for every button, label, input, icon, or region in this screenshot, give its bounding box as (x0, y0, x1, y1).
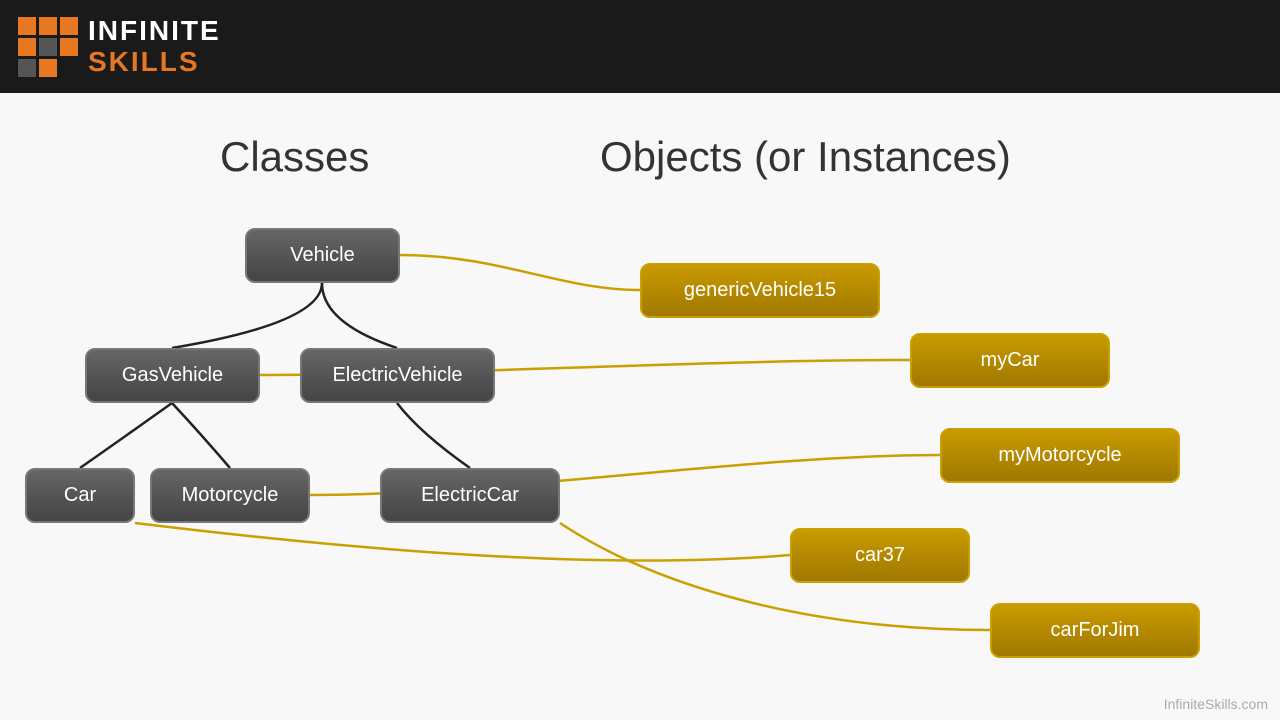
logo-sq (60, 59, 78, 77)
class-gasvehicle: GasVehicle (85, 348, 260, 403)
logo-grid (18, 17, 78, 77)
instance-mycar: myCar (910, 333, 1110, 388)
brand-line2: SKILLS (88, 47, 221, 78)
logo: INFINITE SKILLS (18, 16, 221, 78)
class-electriccar: ElectricCar (380, 468, 560, 523)
logo-sq (18, 59, 36, 77)
instance-carforjim: carForJim (990, 603, 1200, 658)
logo-sq (39, 17, 57, 35)
logo-sq (18, 17, 36, 35)
class-electricvehicle: ElectricVehicle (300, 348, 495, 403)
instance-genericvehicle15: genericVehicle15 (640, 263, 880, 318)
logo-sq (60, 38, 78, 56)
watermark: InfiniteSkills.com (1164, 696, 1268, 712)
logo-sq (18, 38, 36, 56)
brand-line1: INFINITE (88, 16, 221, 47)
class-vehicle: Vehicle (245, 228, 400, 283)
main-content: Classes Objects (or Instances) Vehicle G… (0, 93, 1280, 720)
logo-sq (60, 17, 78, 35)
header: INFINITE SKILLS (0, 0, 1280, 93)
objects-heading: Objects (or Instances) (600, 133, 1011, 181)
instance-mymotorcycle: myMotorcycle (940, 428, 1180, 483)
logo-sq (39, 38, 57, 56)
logo-sq (39, 59, 57, 77)
instance-car37: car37 (790, 528, 970, 583)
class-motorcycle: Motorcycle (150, 468, 310, 523)
logo-text: INFINITE SKILLS (88, 16, 221, 78)
classes-heading: Classes (220, 133, 369, 181)
class-car: Car (25, 468, 135, 523)
